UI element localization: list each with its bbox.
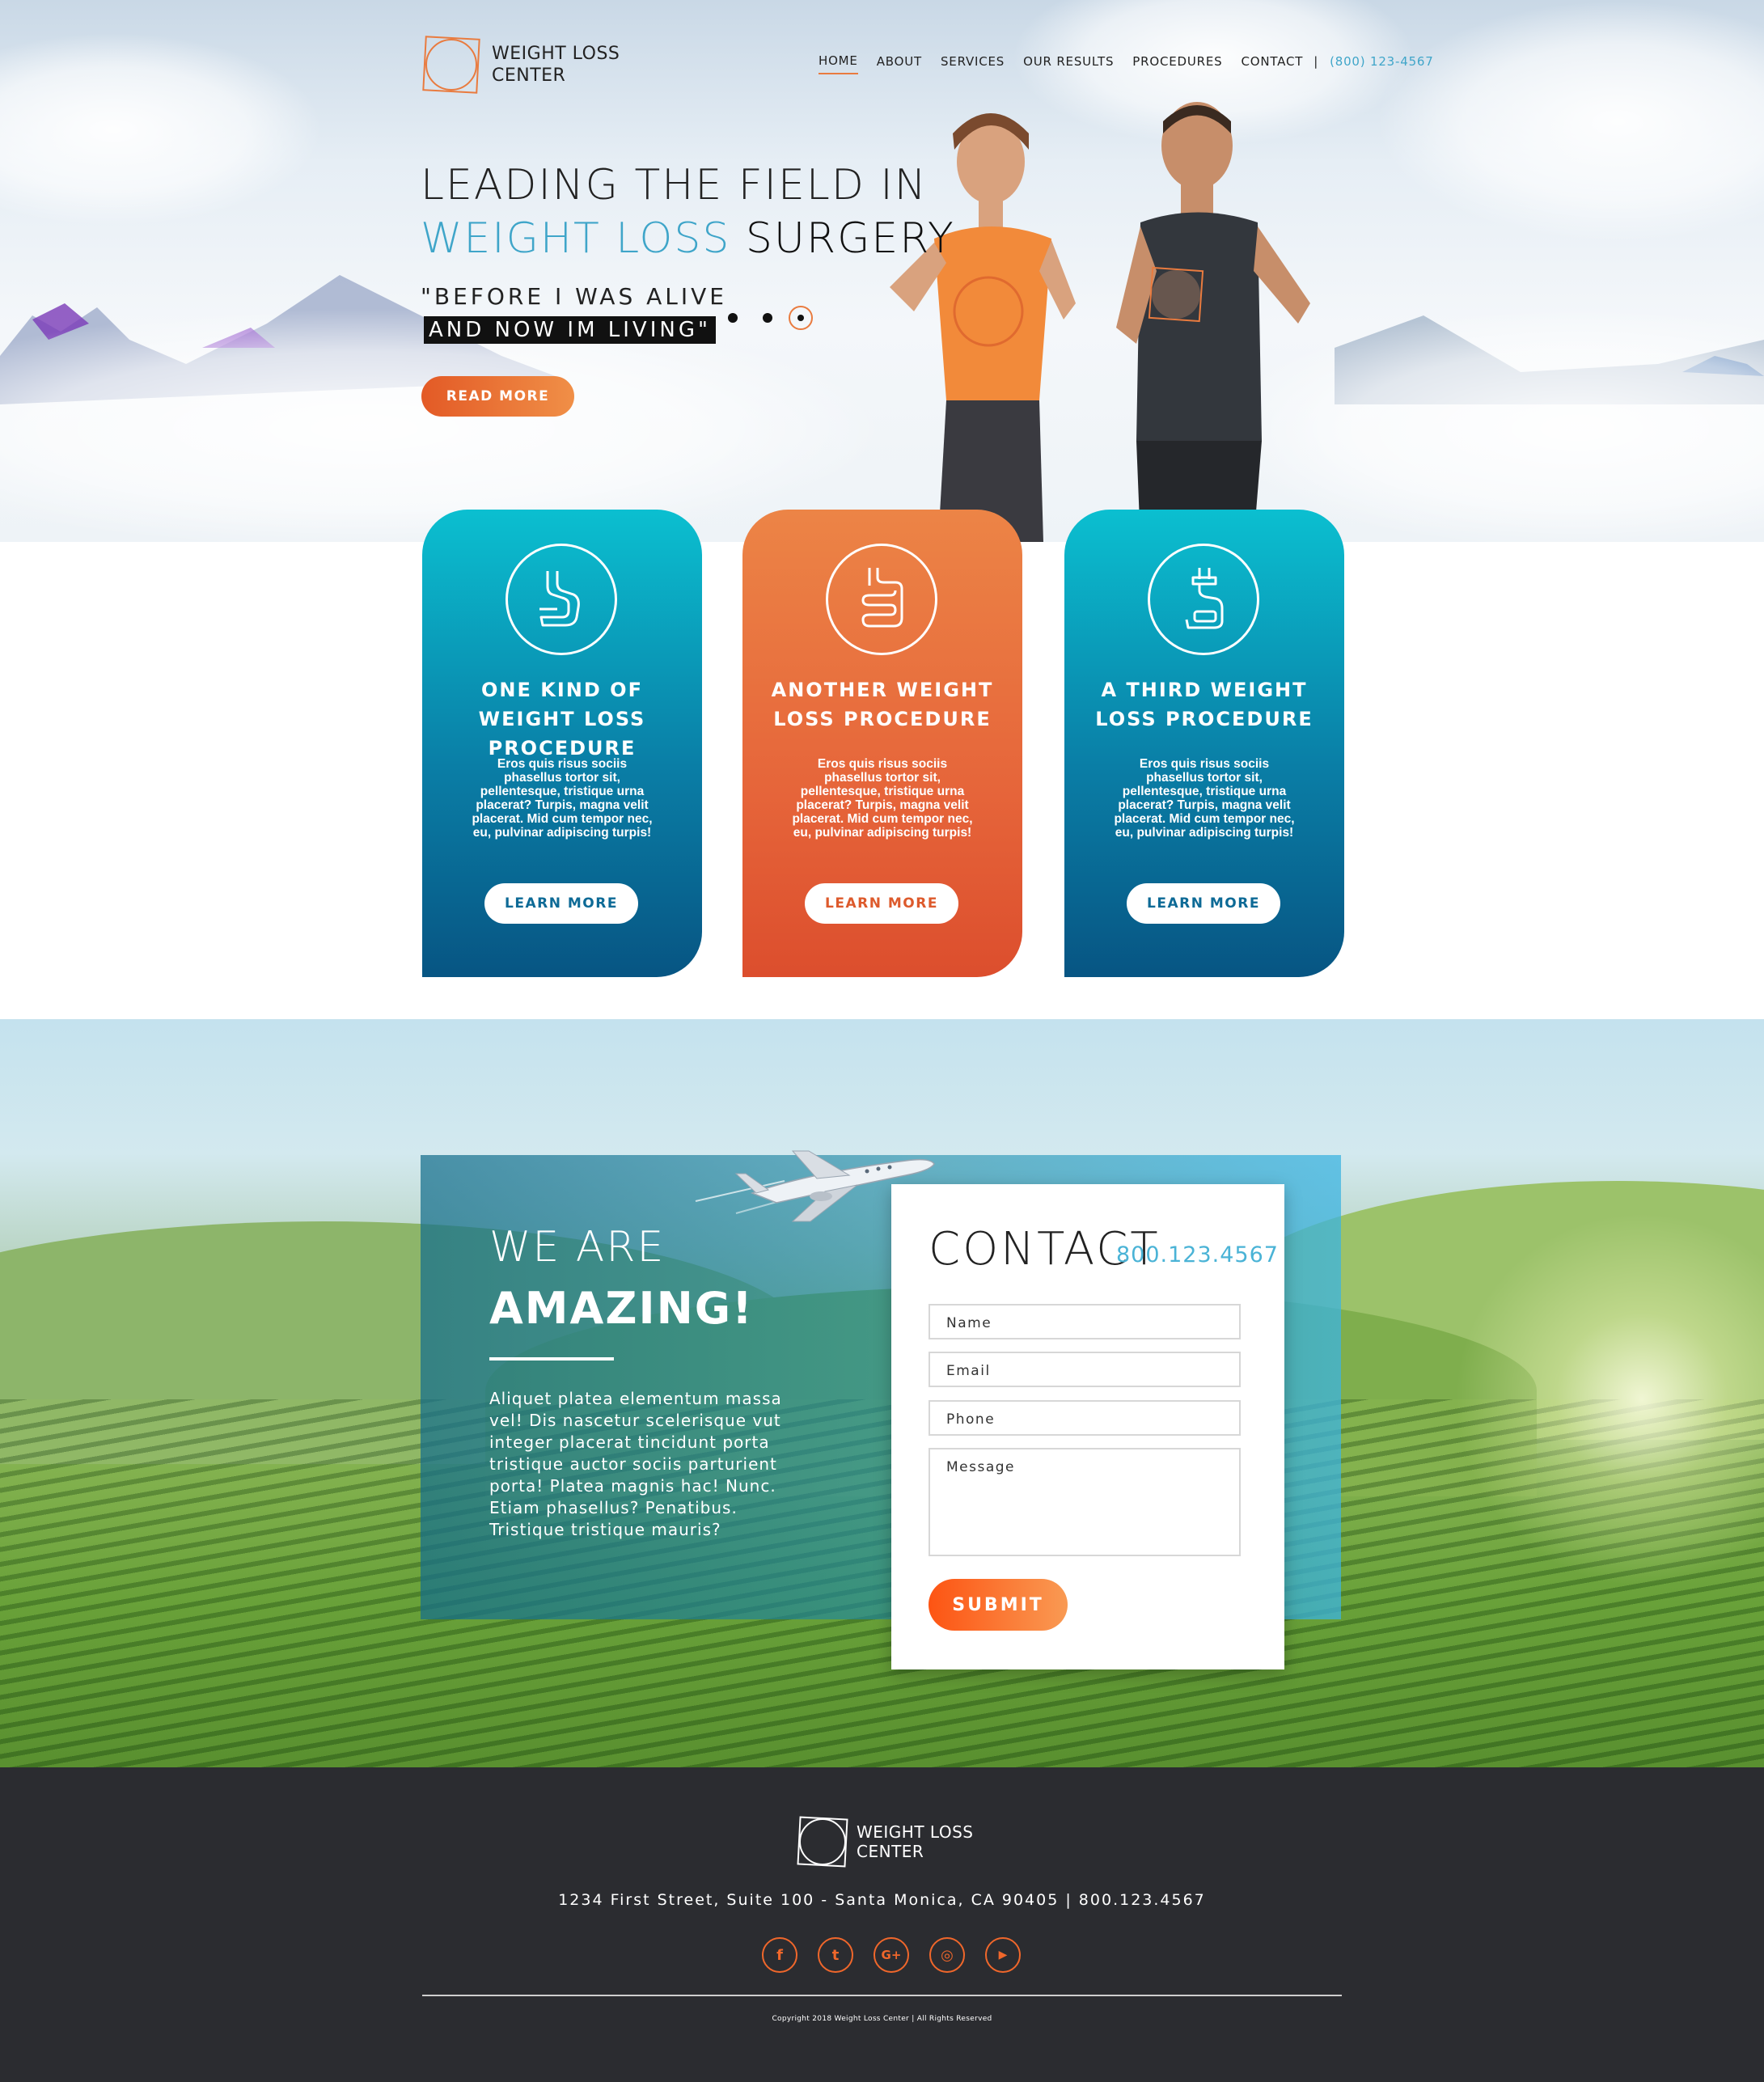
hero-quote-line2: AND NOW IM LIVING": [424, 316, 716, 344]
facebook-icon[interactable]: f: [762, 1937, 797, 1973]
footer-logo[interactable]: WEIGHT LOSS CENTER: [797, 1816, 973, 1868]
card-title: ONE KIND OF WEIGHT LOSS PROCEDURE: [478, 679, 646, 760]
contact-form: CONTACT 800.123.4567 Name Email Phone Me…: [891, 1184, 1284, 1669]
slider-dot-active[interactable]: [789, 306, 813, 330]
slider-dot[interactable]: [728, 313, 738, 323]
twitter-icon[interactable]: t: [818, 1937, 853, 1973]
contact-phone[interactable]: 800.123.4567: [1116, 1242, 1279, 1267]
about-divider: [489, 1357, 614, 1360]
google-plus-icon[interactable]: G+: [874, 1937, 909, 1973]
site-logo[interactable]: WEIGHT LOSS CENTER: [422, 36, 620, 94]
card-body: Eros quis risus sociis phasellus tortor …: [1114, 757, 1295, 840]
main-nav: HOME ABOUT SERVICES OUR RESULTS PROCEDUR…: [819, 53, 1434, 74]
logo-mark-icon: [422, 36, 480, 94]
nav-item-procedures[interactable]: PROCEDURES: [1132, 54, 1222, 74]
nav-phone-link[interactable]: (800) 123-4567: [1330, 54, 1434, 74]
about-body: Aliquet platea elementum massa vel! Dis …: [489, 1389, 782, 1539]
card-title: ANOTHER WEIGHT LOSS PROCEDURE: [771, 679, 994, 730]
submit-button[interactable]: SUBMIT: [929, 1579, 1068, 1631]
slider-dot[interactable]: [763, 313, 772, 323]
phone-field[interactable]: Phone: [929, 1400, 1241, 1436]
intestine-icon: [826, 544, 937, 655]
cloud: [0, 32, 324, 226]
email-field[interactable]: Email: [929, 1352, 1241, 1387]
social-links: f t G+ ◎ ▶: [762, 1937, 1041, 1973]
nav-item-about[interactable]: ABOUT: [877, 54, 922, 74]
instagram-icon[interactable]: ◎: [929, 1937, 965, 1973]
footer: WEIGHT LOSS CENTER 1234 First Street, Su…: [0, 1767, 1764, 2082]
procedure-card-2: ANOTHER WEIGHT LOSS PROCEDURE Eros quis …: [742, 510, 1022, 977]
hero-heading: LEADING THE FIELD IN WEIGHT LOSS SURGERY: [421, 159, 955, 265]
read-more-button[interactable]: READ MORE: [421, 376, 574, 417]
cloud: [1375, 0, 1764, 243]
stomach-icon: [506, 544, 617, 655]
gastric-band-icon: [1148, 544, 1259, 655]
nav-item-home[interactable]: HOME: [819, 53, 858, 74]
footer-logo-text: WEIGHT LOSS CENTER: [857, 1822, 974, 1861]
hero-quote-line1: "BEFORE I WAS ALIVE: [421, 283, 727, 310]
copyright-text: Copyright 2018 Weight Loss Center | All …: [772, 2015, 992, 2023]
about-heading-bold: AMAZING!: [489, 1283, 754, 1334]
nav-separator: |: [1313, 54, 1319, 69]
nav-item-services[interactable]: SERVICES: [941, 54, 1005, 74]
hero-heading-line1: LEADING THE FIELD IN: [421, 161, 928, 209]
card-title: A THIRD WEIGHT LOSS PROCEDURE: [1095, 679, 1313, 730]
nav-item-contact[interactable]: CONTACT: [1241, 54, 1303, 74]
nav-item-our-results[interactable]: OUR RESULTS: [1023, 54, 1114, 74]
hero-heading-end: SURGERY: [745, 214, 955, 263]
card-body: Eros quis risus sociis phasellus tortor …: [792, 757, 973, 840]
logo-mark-icon: [797, 1816, 848, 1868]
slider-dots: [728, 306, 813, 330]
youtube-icon[interactable]: ▶: [985, 1937, 1021, 1973]
hero-heading-highlight: WEIGHT LOSS: [421, 214, 731, 263]
card-body: Eros quis risus sociis phasellus tortor …: [472, 757, 653, 840]
footer-divider: [422, 1995, 1342, 1996]
footer-address: 1234 First Street, Suite 100 - Santa Mon…: [558, 1891, 1206, 1909]
learn-more-button[interactable]: LEARN MORE: [484, 883, 638, 924]
about-heading-light: WE ARE: [489, 1223, 666, 1272]
name-field[interactable]: Name: [929, 1304, 1241, 1339]
procedure-card-1: ONE KIND OF WEIGHT LOSS PROCEDURE Eros q…: [422, 510, 702, 977]
hero-section: WEIGHT LOSS CENTER HOME ABOUT SERVICES O…: [0, 0, 1764, 542]
procedure-card-3: A THIRD WEIGHT LOSS PROCEDURE Eros quis …: [1064, 510, 1344, 977]
learn-more-button[interactable]: LEARN MORE: [1127, 883, 1280, 924]
message-field[interactable]: Message: [929, 1448, 1241, 1556]
logo-text: WEIGHT LOSS CENTER: [492, 44, 620, 86]
learn-more-button[interactable]: LEARN MORE: [805, 883, 958, 924]
